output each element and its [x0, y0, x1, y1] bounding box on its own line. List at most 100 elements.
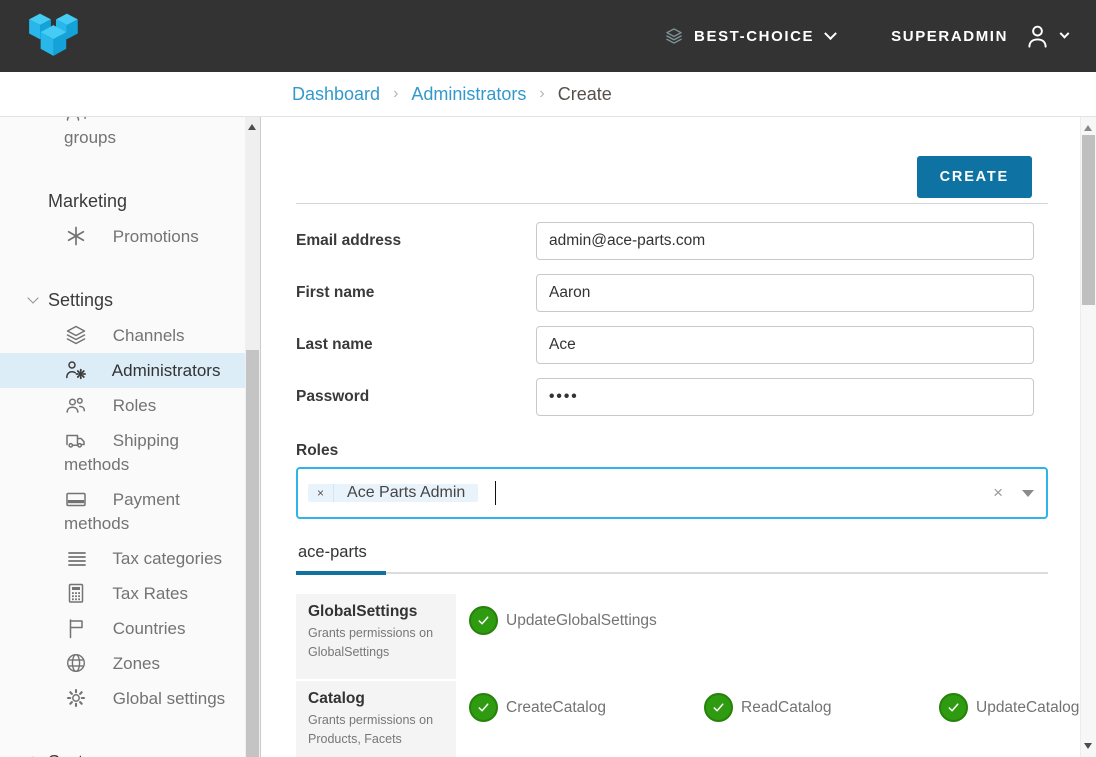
check-icon	[469, 693, 498, 722]
calculator-icon	[64, 581, 88, 605]
check-icon	[939, 693, 968, 722]
permission-group-title: GlobalSettings	[308, 603, 444, 621]
sidebar-section-system[interactable]: System	[0, 744, 245, 757]
sidebar-section-settings[interactable]: Settings	[0, 282, 245, 318]
sidebar-item-administrators[interactable]: Administrators	[0, 353, 245, 388]
main-scrollbar-thumb[interactable]	[1082, 135, 1095, 305]
permission-group-description: Grants permissions on GlobalSettings	[308, 624, 444, 662]
list-icon	[64, 546, 88, 570]
clear-selection-icon[interactable]: ×	[993, 483, 1003, 503]
sidebar-scrollbar[interactable]	[245, 117, 260, 757]
permissions-table: GlobalSettings Grants permissions on Glo…	[296, 594, 1048, 757]
admin-user-icon	[64, 358, 88, 382]
sidebar-section-marketing[interactable]: Marketing	[0, 183, 245, 219]
sidebar-item-channels[interactable]: Channels	[0, 318, 245, 353]
scroll-down-arrow-icon[interactable]	[1084, 743, 1092, 749]
sidebar-item-roles[interactable]: Roles	[0, 388, 245, 423]
sidebar-item-global-settings[interactable]: Global settings	[0, 681, 245, 716]
chevron-down-icon	[27, 292, 38, 303]
text-cursor	[495, 481, 496, 505]
user-icon	[1024, 23, 1051, 50]
role-chip: × Ace Parts Admin	[308, 484, 478, 502]
form-row-first-name: First name	[296, 274, 1048, 312]
users-group-icon	[64, 393, 88, 417]
check-icon	[469, 606, 498, 635]
permission-group-header: Catalog Grants permissions on Products, …	[296, 681, 456, 757]
layers-icon	[664, 26, 684, 46]
email-label: Email address	[296, 232, 536, 250]
breadcrumb-separator: ›	[526, 85, 557, 103]
breadcrumb: Dashboard › Administrators › Create	[0, 72, 1096, 117]
permission-toggle[interactable]: ReadCatalog	[704, 693, 939, 722]
dropdown-caret-icon[interactable]	[1022, 490, 1034, 497]
breadcrumb-link-administrators[interactable]: Administrators	[411, 84, 526, 105]
table-row: GlobalSettings Grants permissions on Glo…	[296, 594, 1048, 679]
asterisk-icon	[64, 224, 88, 248]
email-field[interactable]	[536, 222, 1034, 260]
credit-card-icon	[64, 487, 88, 511]
sidebar-item-promotions[interactable]: Promotions	[0, 219, 245, 254]
breadcrumb-link-dashboard[interactable]: Dashboard	[292, 84, 380, 105]
chevron-down-icon	[824, 27, 837, 40]
scroll-up-arrow-icon[interactable]	[248, 124, 256, 130]
sidebar-item-payment-methods[interactable]: Payment methods	[0, 482, 245, 541]
top-bar: BEST-CHOICE SUPERADMIN	[0, 0, 1096, 72]
sidebar-scrollbar-thumb[interactable]	[246, 350, 259, 757]
password-label: Password	[296, 388, 536, 406]
layers-icon	[64, 323, 88, 347]
password-field[interactable]	[536, 378, 1034, 416]
form-row-last-name: Last name	[296, 326, 1048, 364]
users-icon	[64, 117, 88, 125]
cog-icon	[64, 686, 88, 710]
permission-label: CreateCatalog	[506, 699, 606, 717]
permission-group-header: GlobalSettings Grants permissions on Glo…	[296, 594, 456, 679]
user-label: SUPERADMIN	[891, 28, 1008, 45]
roles-multiselect[interactable]: × Ace Parts Admin ×	[296, 467, 1048, 519]
administrator-form: Email address First name Last name Passw…	[296, 222, 1048, 519]
tab-ace-parts[interactable]: ace-parts	[296, 543, 386, 575]
first-name-field[interactable]	[536, 274, 1034, 312]
sidebar-nav: groups Marketing Promotions	[0, 117, 245, 757]
divider	[296, 203, 1048, 204]
roles-label: Roles	[296, 442, 1048, 460]
roles-block: Roles × Ace Parts Admin ×	[296, 442, 1048, 519]
topbar-right: BEST-CHOICE SUPERADMIN	[664, 23, 1068, 50]
chip-label: Ace Parts Admin	[334, 484, 478, 502]
sidebar: groups Marketing Promotions	[0, 117, 261, 757]
sidebar-item-tax-categories[interactable]: Tax categories	[0, 541, 245, 576]
app-window: BEST-CHOICE SUPERADMIN Dashboard › Admin…	[0, 0, 1096, 757]
channel-switcher[interactable]: BEST-CHOICE	[664, 26, 835, 46]
permission-toggle[interactable]: UpdateGlobalSettings	[469, 606, 704, 635]
check-icon	[704, 693, 733, 722]
table-row: Catalog Grants permissions on Products, …	[296, 681, 1048, 757]
form-row-password: Password	[296, 378, 1048, 416]
truck-icon	[64, 428, 88, 452]
permission-group-description: Grants permissions on Products, Facets	[308, 711, 444, 749]
chip-remove-icon[interactable]: ×	[308, 484, 334, 502]
main-scrollbar[interactable]	[1080, 117, 1096, 757]
form-row-email: Email address	[296, 222, 1048, 260]
scroll-up-arrow-icon[interactable]	[1084, 125, 1092, 131]
channel-label: BEST-CHOICE	[694, 28, 814, 45]
sidebar-item-shipping-methods[interactable]: Shipping methods	[0, 423, 245, 482]
channel-tabs: ace-parts	[296, 543, 1048, 574]
first-name-label: First name	[296, 284, 536, 302]
vendure-logo-icon[interactable]	[24, 6, 90, 66]
sidebar-item-customer-groups[interactable]: groups	[0, 117, 245, 155]
globe-icon	[64, 651, 88, 675]
breadcrumb-current: Create	[558, 84, 612, 105]
last-name-label: Last name	[296, 336, 536, 354]
create-button[interactable]: CREATE	[917, 156, 1032, 198]
sidebar-item-tax-rates[interactable]: Tax Rates	[0, 576, 245, 611]
breadcrumb-separator: ›	[380, 85, 411, 103]
main-content: CREATE Email address First name Last nam…	[261, 117, 1096, 757]
chevron-down-icon	[1060, 28, 1070, 38]
permission-label: ReadCatalog	[741, 699, 831, 717]
sidebar-item-zones[interactable]: Zones	[0, 646, 245, 681]
permission-toggle[interactable]: UpdateCatalog	[939, 693, 1079, 722]
user-menu[interactable]: SUPERADMIN	[891, 23, 1068, 50]
permission-label: UpdateGlobalSettings	[506, 612, 657, 630]
permission-toggle[interactable]: CreateCatalog	[469, 693, 704, 722]
last-name-field[interactable]	[536, 326, 1034, 364]
sidebar-item-countries[interactable]: Countries	[0, 611, 245, 646]
